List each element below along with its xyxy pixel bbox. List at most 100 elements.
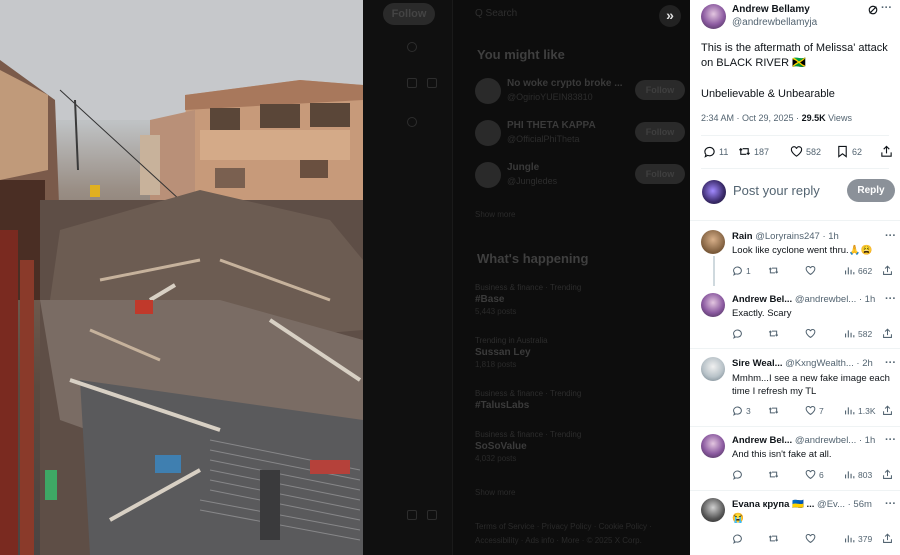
share-button[interactable] [882, 469, 893, 480]
comment-text: Look like cyclone went thru.🙏😩 [732, 245, 873, 256]
share-button[interactable] [882, 328, 893, 339]
analytics-icon [845, 407, 855, 415]
heart-icon [805, 469, 816, 480]
like-button[interactable] [805, 328, 819, 339]
avatar[interactable] [701, 498, 725, 522]
repost-button[interactable] [768, 265, 782, 276]
repost-icon [768, 330, 779, 337]
like-button[interactable]: 7 [805, 405, 824, 416]
author-handle[interactable]: @andrewbellamyja [732, 17, 817, 28]
tweet-meta: 2:34 AM · Oct 29, 2025 · 29.5K Views [701, 113, 852, 123]
reply-button[interactable] [732, 533, 746, 544]
avatar[interactable] [701, 434, 725, 458]
views-button[interactable]: 662 [844, 265, 872, 276]
reply-button[interactable]: 3 [732, 405, 751, 416]
more-icon[interactable]: ··· [881, 2, 892, 14]
comment-author[interactable]: Andrew Bel... [732, 294, 792, 305]
background-suggestion-follow: Follow [635, 80, 685, 100]
thread-line [713, 256, 715, 286]
avatar[interactable] [701, 230, 725, 254]
avatar[interactable] [701, 293, 725, 317]
more-icon[interactable]: ··· [885, 357, 896, 369]
tweet-text-line: Unbelievable & Unbearable [701, 88, 835, 100]
background-suggestion-avatar [475, 120, 501, 146]
divider [690, 426, 900, 427]
background-suggestion-follow: Follow [635, 122, 685, 142]
timestamp[interactable]: 2:34 AM · Oct 29, 2025 · [701, 113, 802, 123]
share-button[interactable] [882, 265, 893, 276]
comment-handle: @andrewbel... · 1h [794, 294, 876, 305]
repost-icon [768, 267, 779, 274]
comment-text: time I refresh my TL [732, 386, 817, 397]
more-icon[interactable]: ··· [885, 293, 896, 305]
comment-actions: 582 [732, 328, 896, 342]
repost-button[interactable] [768, 405, 782, 416]
bookmark-icon [838, 145, 847, 158]
author-name[interactable]: Andrew Bellamy [732, 4, 810, 15]
background-trend: Trending in Australia Sussan Ley 1,818 p… [475, 336, 548, 369]
expand-panel-button[interactable]: » [659, 5, 681, 27]
grok-icon[interactable] [868, 5, 878, 15]
views-button[interactable]: 582 [844, 328, 872, 339]
reply-button[interactable] [732, 469, 746, 480]
like-button[interactable]: 6 [805, 469, 824, 480]
share-button[interactable] [882, 533, 893, 544]
repost-button[interactable]: 187 [738, 145, 769, 158]
repost-icon [738, 147, 751, 156]
reply-icon [733, 266, 742, 276]
avatar[interactable] [701, 4, 726, 29]
comment-author[interactable]: Sire Weal... [732, 358, 783, 369]
background-reply-icon [407, 117, 417, 127]
background-suggestion-handle: @OfficialPhiTheta [507, 134, 580, 144]
repost-icon [768, 471, 779, 478]
reply-button[interactable]: 1 [732, 265, 751, 276]
repost-button[interactable] [768, 469, 782, 480]
reply-icon [733, 470, 742, 480]
background-suggestion-avatar [475, 162, 501, 188]
avatar[interactable] [701, 357, 725, 381]
reply-count: 11 [719, 146, 729, 157]
more-icon[interactable]: ··· [885, 434, 896, 446]
background-suggestion-name: PHI THETA KAPPA [507, 120, 596, 131]
comment-author[interactable]: Andrew Bel... [732, 435, 792, 446]
views-button[interactable]: 379 [844, 533, 872, 544]
divider [690, 490, 900, 491]
more-icon[interactable]: ··· [885, 498, 896, 510]
views-count: 29.5K [801, 113, 826, 123]
share-icon [883, 328, 892, 338]
views-button[interactable]: 1.3K [844, 405, 876, 416]
background-reply-icon [407, 42, 417, 52]
hurricane-damage-photo [0, 0, 363, 555]
comment-author[interactable]: Rain [732, 231, 753, 242]
views-button[interactable]: 803 [844, 469, 872, 480]
comment-author[interactable]: Evana крупа 🇺🇦 ... [732, 499, 814, 510]
bookmark-count: 62 [852, 146, 863, 157]
post-detail-panel: Andrew Bellamy @andrewbellamyja ··· This… [690, 0, 900, 555]
divider [690, 348, 900, 349]
background-search-hint: Q Search [475, 8, 518, 19]
background-whats-happening-title: What's happening [477, 251, 589, 266]
comment-actions: 6 803 [732, 469, 896, 483]
like-button[interactable]: 582 [790, 145, 821, 158]
share-button[interactable] [882, 405, 893, 416]
reply-button[interactable]: 11 [703, 145, 728, 158]
post-media-image[interactable] [0, 0, 363, 555]
background-trend: Business & finance · Trending #Base 5,44… [475, 283, 582, 316]
repost-button[interactable] [768, 533, 782, 544]
background-bookmark-icon [407, 78, 417, 88]
comment-header: Andrew Bel... @andrewbel... · 1h [732, 294, 875, 305]
comment-actions: 1 662 [732, 265, 896, 279]
more-icon[interactable]: ··· [885, 230, 896, 242]
reply-button[interactable] [732, 328, 746, 339]
share-button[interactable] [880, 145, 893, 158]
bookmark-button[interactable]: 62 [836, 145, 862, 158]
background-footer: Terms of Service · Privacy Policy · Cook… [475, 522, 652, 545]
analytics-icon [845, 471, 855, 479]
like-button[interactable] [805, 533, 819, 544]
current-user-avatar[interactable] [702, 180, 726, 204]
like-button[interactable] [805, 265, 819, 276]
reply-submit-button[interactable]: Reply [847, 179, 895, 202]
heart-icon [805, 265, 816, 276]
repost-button[interactable] [768, 328, 782, 339]
reply-input[interactable]: Post your reply [733, 183, 820, 198]
